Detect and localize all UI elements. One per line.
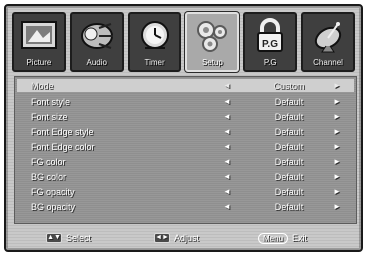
- adjust-hint: ◄► Adjust: [154, 233, 199, 243]
- svg-text:P.G: P.G: [262, 39, 278, 50]
- list-item-fg-opacity[interactable]: FG opacity ◄ Default ►: [17, 185, 354, 198]
- row-value: Default: [274, 171, 304, 182]
- list-item-mode[interactable]: Mode ◄ Custom ►: [17, 79, 354, 92]
- arrow-left-icon[interactable]: ◄: [223, 187, 231, 196]
- select-hint: ▲▼ Select: [46, 233, 91, 243]
- arrow-left-icon[interactable]: ◄: [223, 127, 231, 136]
- arrow-left-icon[interactable]: ◄: [223, 142, 231, 151]
- picture-icon: [20, 21, 57, 49]
- arrow-left-icon[interactable]: ◄: [223, 112, 231, 121]
- timer-icon: [140, 21, 169, 49]
- row-value: Default: [274, 111, 304, 122]
- row-label: Font Edge style: [31, 126, 94, 137]
- arrow-right-icon[interactable]: ►: [333, 187, 341, 196]
- left-right-arrows-icon: ◄►: [154, 233, 170, 243]
- list-item-bg-opacity[interactable]: BG opacity ◄ Default ►: [17, 200, 354, 213]
- list-item-font-edge-color[interactable]: Font Edge color ◄ Default ►: [17, 140, 354, 153]
- row-label: BG color: [31, 171, 67, 182]
- arrow-right-icon[interactable]: ►: [333, 142, 341, 151]
- arrow-right-icon[interactable]: ►: [333, 157, 341, 166]
- arrow-left-icon[interactable]: ◄: [223, 81, 231, 90]
- select-label: Select: [66, 233, 92, 243]
- row-value: Custom: [273, 80, 305, 91]
- arrow-left-icon[interactable]: ◄: [223, 97, 231, 106]
- channel-icon: [314, 22, 342, 53]
- settings-list: Mode ◄ Custom ► Font style ◄ Default ► F…: [14, 76, 357, 224]
- tab-parental[interactable]: P.G P.G: [243, 12, 298, 72]
- list-item-fg-color[interactable]: FG color ◄ Default ►: [17, 155, 354, 168]
- tab-label-picture: Picture: [26, 58, 52, 67]
- arrow-right-icon[interactable]: ►: [333, 202, 341, 211]
- tab-channel[interactable]: Channel: [301, 12, 355, 72]
- arrow-right-icon[interactable]: ►: [333, 172, 341, 181]
- tab-label-timer: Timer: [144, 58, 165, 67]
- row-value: Default: [274, 186, 304, 197]
- row-value: Default: [274, 156, 304, 167]
- arrow-right-icon[interactable]: ►: [333, 127, 341, 136]
- arrow-right-icon[interactable]: ►: [333, 112, 341, 121]
- row-label: FG opacity: [31, 186, 75, 197]
- list-item-font-style[interactable]: Font style ◄ Default ►: [17, 95, 354, 108]
- exit-hint: Menu Exit: [258, 232, 308, 244]
- menu-tabs: Picture Audio Timer Setup P.G P.G Channe…: [12, 12, 355, 72]
- up-down-arrows-icon: ▲▼: [46, 233, 62, 243]
- row-label: Mode: [31, 80, 54, 91]
- tab-label-channel: Channel: [313, 58, 343, 67]
- arrow-right-icon[interactable]: ►: [333, 81, 341, 90]
- tab-audio[interactable]: Audio: [69, 12, 124, 72]
- row-label: BG opacity: [31, 201, 76, 212]
- row-label: FG color: [31, 156, 66, 167]
- tab-setup[interactable]: Setup: [185, 12, 240, 72]
- tab-label-audio: Audio: [86, 58, 107, 67]
- row-label: Font style: [31, 96, 71, 107]
- list-item-font-size[interactable]: Font size ◄ Default ►: [17, 110, 354, 123]
- parental-lock-icon: P.G: [257, 18, 284, 52]
- row-label: Font size: [31, 111, 68, 122]
- list-item-bg-color[interactable]: BG color ◄ Default ►: [17, 170, 354, 183]
- row-value: Default: [274, 126, 304, 137]
- exit-label: Exit: [292, 233, 308, 243]
- tab-picture[interactable]: Picture: [12, 12, 66, 72]
- menu-key-icon: Menu: [258, 232, 289, 244]
- list-item-font-edge-style[interactable]: Font Edge style ◄ Default ►: [17, 125, 354, 138]
- arrow-left-icon[interactable]: ◄: [223, 202, 231, 211]
- tab-label-parental: P.G: [263, 58, 277, 67]
- arrow-left-icon[interactable]: ◄: [223, 157, 231, 166]
- key-hint-bar: ▲▼ Select ◄► Adjust Menu Exit: [14, 228, 357, 248]
- tab-label-setup: Setup: [201, 58, 223, 67]
- row-label: Font Edge color: [31, 141, 95, 152]
- row-value: Default: [274, 96, 304, 107]
- tab-timer[interactable]: Timer: [127, 12, 182, 72]
- row-value: Default: [274, 201, 304, 212]
- adjust-label: Adjust: [174, 233, 200, 243]
- setup-icon: [197, 21, 228, 52]
- arrow-left-icon[interactable]: ◄: [223, 172, 231, 181]
- arrow-right-icon[interactable]: ►: [333, 97, 341, 106]
- row-value: Default: [274, 141, 304, 152]
- osd-menu-frame: Picture Audio Timer Setup P.G P.G Channe…: [4, 4, 363, 252]
- audio-icon: [80, 23, 113, 49]
